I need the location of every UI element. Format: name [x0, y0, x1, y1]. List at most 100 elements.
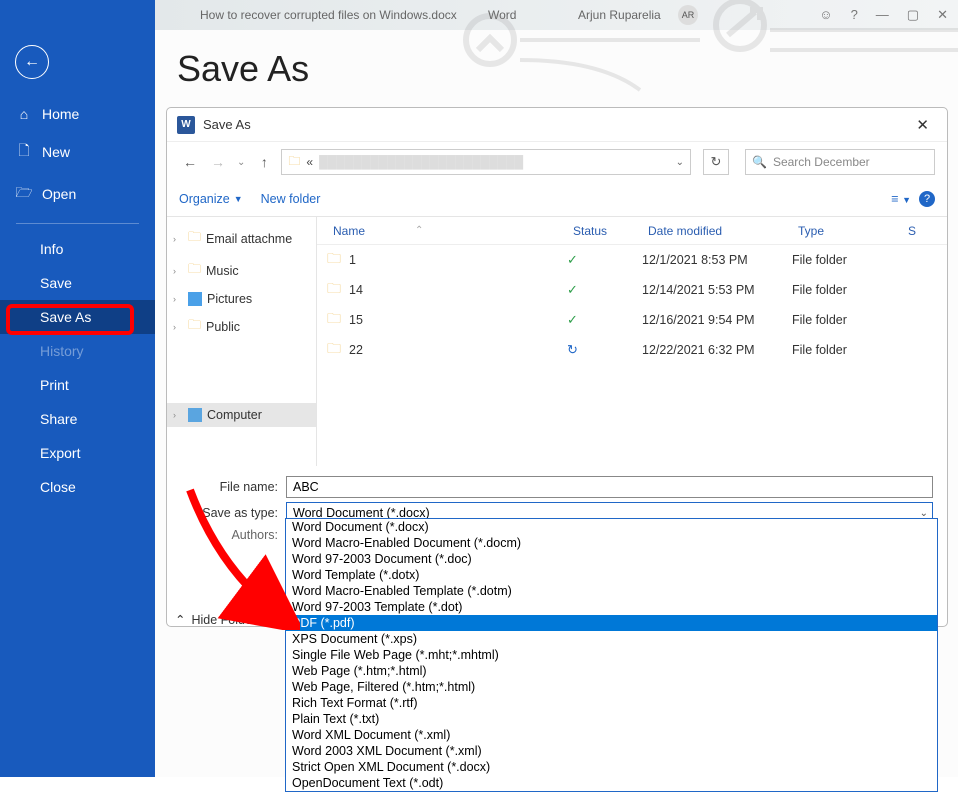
type-option[interactable]: PDF (*.pdf) — [286, 615, 937, 631]
nav-save[interactable]: Save — [0, 266, 155, 300]
new-icon: 🗋 — [16, 140, 32, 164]
nav-history-dropdown[interactable]: ⌄ — [237, 157, 245, 168]
nav-info-label: Info — [40, 241, 63, 257]
close-window-icon[interactable]: ✕ — [937, 7, 948, 23]
type-option[interactable]: Web Page (*.htm;*.html) — [286, 663, 937, 679]
back-button[interactable]: ← — [15, 45, 49, 79]
user-avatar[interactable]: AR — [678, 5, 698, 25]
tree-item-public[interactable]: ›🗀Public — [167, 311, 316, 343]
emoji-icon[interactable]: ☺ — [819, 7, 832, 23]
file-row[interactable]: 🗀22↻12/22/2021 6:32 PMFile folder — [317, 335, 947, 365]
nav-open[interactable]: 🗁Open — [0, 173, 155, 215]
refresh-button[interactable]: ↻ — [703, 149, 729, 175]
col-size[interactable]: S — [902, 224, 922, 238]
tree-item-computer[interactable]: ›Computer — [167, 403, 316, 427]
col-status[interactable]: Status — [567, 224, 642, 238]
organize-button[interactable]: Organize ▼ — [179, 192, 243, 206]
breadcrumb-prefix: « — [306, 155, 313, 169]
tree-item-music[interactable]: ›🗀Music — [167, 255, 316, 287]
type-option[interactable]: XPS Document (*.xps) — [286, 631, 937, 647]
nav-share-label: Share — [40, 411, 77, 427]
type-option[interactable]: Word 97-2003 Document (*.doc) — [286, 551, 937, 567]
type-cell: File folder — [792, 313, 902, 327]
dialog-toolbar: Organize ▼ New folder ≡ ▼ ? — [167, 182, 947, 216]
type-option[interactable]: Strict Open XML Document (*.docx) — [286, 759, 937, 775]
folder-icon: 🗀 — [327, 308, 341, 332]
status-icon: ✓ — [567, 312, 642, 328]
nav-save-as-label: Save As — [40, 309, 91, 325]
organize-label: Organize — [179, 192, 230, 206]
chevron-down-icon[interactable]: ⌄ — [676, 157, 684, 168]
col-type[interactable]: Type — [792, 224, 902, 238]
dialog-close-button[interactable]: ✕ — [908, 112, 937, 138]
nav-up-button[interactable]: ↑ — [253, 151, 275, 173]
type-option[interactable]: Word Macro-Enabled Document (*.docm) — [286, 535, 937, 551]
folder-tree: ›🗀Email attachme ›🗀Music ›Pictures ›🗀Pub… — [167, 217, 317, 466]
col-name[interactable]: Name⌃ — [327, 224, 567, 238]
nav-close[interactable]: Close — [0, 470, 155, 504]
type-option[interactable]: Web Page, Filtered (*.htm;*.html) — [286, 679, 937, 695]
maximize-icon[interactable]: ▢ — [907, 7, 919, 23]
file-name-input[interactable] — [286, 476, 933, 498]
nav-info[interactable]: Info — [0, 232, 155, 266]
file-row[interactable]: 🗀1✓12/1/2021 8:53 PMFile folder — [317, 245, 947, 275]
date-cell: 12/16/2021 9:54 PM — [642, 313, 792, 327]
view-button[interactable]: ≡ ▼ — [891, 192, 911, 206]
search-box[interactable]: 🔍 Search December — [745, 149, 935, 175]
nav-new[interactable]: 🗋 New — [0, 131, 155, 173]
search-icon: 🔍 — [752, 155, 767, 169]
type-option[interactable]: Word Template (*.dotx) — [286, 567, 937, 583]
tree-label: Music — [206, 264, 239, 278]
status-icon: ↻ — [567, 342, 642, 358]
app-name: Word — [488, 8, 516, 22]
nav-save-label: Save — [40, 275, 72, 291]
save-type-dropdown[interactable]: Word Document (*.docx)Word Macro-Enabled… — [285, 518, 938, 792]
dialog-header: W Save As ✕ — [167, 108, 947, 142]
nav-export[interactable]: Export — [0, 436, 155, 470]
date-cell: 12/14/2021 5:53 PM — [642, 283, 792, 297]
hide-folders-button[interactable]: ⌃ Hide Folders — [175, 612, 262, 627]
file-row[interactable]: 🗀14✓12/14/2021 5:53 PMFile folder — [317, 275, 947, 305]
type-option[interactable]: Word XML Document (*.xml) — [286, 727, 937, 743]
computer-icon — [188, 408, 202, 422]
hide-folders-label: Hide Folders — [191, 613, 262, 627]
date-cell: 12/1/2021 8:53 PM — [642, 253, 792, 267]
file-row[interactable]: 🗀15✓12/16/2021 9:54 PMFile folder — [317, 305, 947, 335]
type-option[interactable]: Word Document (*.docx) — [286, 519, 937, 535]
type-option[interactable]: Single File Web Page (*.mht;*.mhtml) — [286, 647, 937, 663]
tree-item-pictures[interactable]: ›Pictures — [167, 287, 316, 311]
new-folder-button[interactable]: New folder — [261, 192, 321, 206]
minimize-icon[interactable]: — — [876, 7, 889, 23]
nav-back-button[interactable]: ← — [179, 151, 201, 173]
help-button[interactable]: ? — [919, 191, 935, 207]
tree-label: Pictures — [207, 292, 252, 306]
nav-history-label: History — [40, 343, 84, 359]
type-option[interactable]: Plain Text (*.txt) — [286, 711, 937, 727]
nav-home[interactable]: ⌂Home — [0, 97, 155, 131]
folder-icon: 🗀 — [288, 152, 300, 173]
tree-item-email[interactable]: ›🗀Email attachme — [167, 223, 316, 255]
nav-print[interactable]: Print — [0, 368, 155, 402]
type-option[interactable]: Word 97-2003 Template (*.dot) — [286, 599, 937, 615]
dialog-title: Save As — [203, 117, 251, 132]
type-cell: File folder — [792, 283, 902, 297]
nav-print-label: Print — [40, 377, 69, 393]
chevron-down-icon: ⌄ — [920, 508, 928, 519]
type-option[interactable]: Rich Text Format (*.rtf) — [286, 695, 937, 711]
type-option[interactable]: Word 2003 XML Document (*.xml) — [286, 743, 937, 759]
pictures-icon — [188, 292, 202, 306]
nav-new-label: New — [42, 144, 70, 160]
col-date[interactable]: Date modified — [642, 224, 792, 238]
tree-label: Computer — [207, 408, 262, 422]
nav-save-as[interactable]: Save As — [0, 300, 155, 334]
status-icon: ✓ — [567, 252, 642, 268]
search-placeholder: Search December — [773, 155, 870, 169]
help-icon[interactable]: ? — [851, 7, 858, 23]
user-name: Arjun Ruparelia — [578, 8, 661, 22]
type-option[interactable]: Word Macro-Enabled Template (*.dotm) — [286, 583, 937, 599]
type-option[interactable]: OpenDocument Text (*.odt) — [286, 775, 937, 791]
file-name-label: File name: — [181, 480, 286, 494]
address-bar[interactable]: 🗀 « ████████████████████████ ⌄ — [281, 149, 691, 175]
nav-forward-button[interactable]: → — [207, 151, 229, 173]
nav-share[interactable]: Share — [0, 402, 155, 436]
